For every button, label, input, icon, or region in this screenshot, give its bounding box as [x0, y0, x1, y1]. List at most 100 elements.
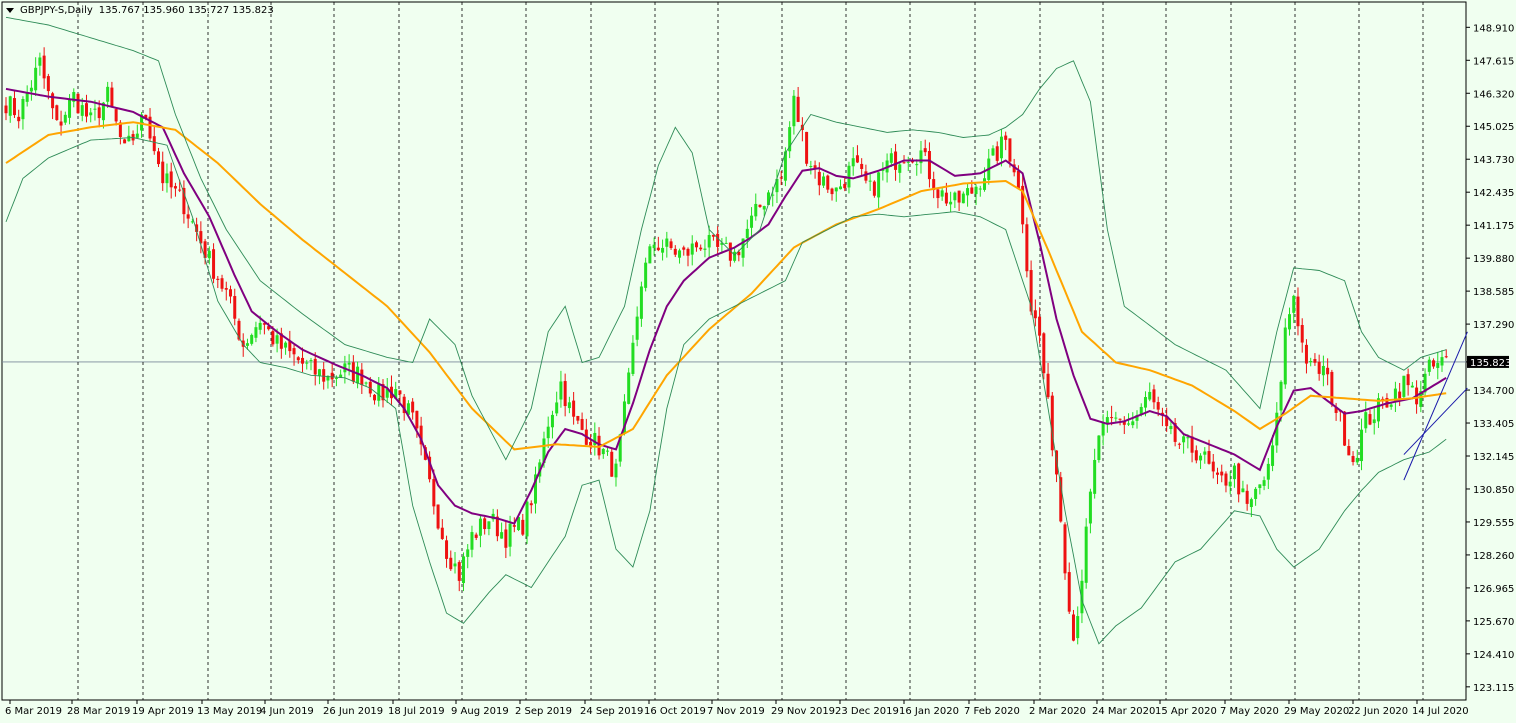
candle-bull	[466, 549, 470, 557]
candle-bear	[957, 190, 961, 203]
candle-bear	[51, 93, 55, 109]
candle-bear	[169, 171, 173, 188]
x-tick-label: 26 Jun 2019	[323, 706, 383, 717]
candle-bull	[1228, 481, 1232, 487]
trend-channel-line[interactable]	[1403, 331, 1468, 481]
x-tick-label: 14 Jul 2020	[1412, 706, 1469, 717]
candle-bull	[1258, 484, 1262, 489]
candle-bear	[1042, 333, 1046, 374]
candle-bear	[445, 540, 449, 559]
y-tick-label: 146.320	[1473, 89, 1514, 100]
candle-bear	[580, 418, 584, 430]
candle-bear	[123, 139, 127, 144]
candle-bull	[601, 448, 605, 455]
candle-bear	[1152, 389, 1156, 403]
candle-bear	[17, 116, 21, 122]
candle-bull	[1262, 480, 1266, 486]
candle-bear	[1207, 451, 1211, 464]
candle-bear	[1025, 224, 1029, 272]
candle-bull	[733, 251, 737, 261]
y-tick-label: 148.910	[1473, 23, 1514, 34]
candle-bear	[178, 189, 182, 191]
candle-bull	[966, 188, 970, 196]
candle-bull	[8, 96, 12, 116]
candle-bear	[995, 146, 999, 161]
candle-bull	[940, 190, 944, 197]
candle-bull	[1131, 421, 1135, 426]
candle-bull	[644, 262, 648, 288]
candle-bear	[860, 163, 864, 169]
candle-bear	[656, 247, 660, 251]
x-tick-label: 7 Feb 2020	[964, 706, 1020, 717]
candle-bear	[229, 289, 233, 297]
candle-bear	[529, 503, 533, 506]
candle-bear	[512, 525, 516, 527]
candle-bear	[216, 278, 220, 280]
candle-bull	[487, 521, 491, 529]
candle-bear	[1177, 443, 1181, 445]
candle-bear	[673, 248, 677, 255]
x-tick-label: 2 Sep 2019	[515, 706, 572, 717]
candle-bear	[114, 109, 118, 122]
y-tick-label: 141.175	[1473, 221, 1514, 232]
chart-window[interactable]: 148.910 147.615 146.320 145.025 143.730 142.4…	[0, 0, 1516, 723]
candle-bear	[1224, 473, 1228, 486]
candle-bull	[745, 228, 749, 239]
candle-bull	[1127, 423, 1131, 425]
x-tick-label: 22 Jun 2020	[1348, 706, 1408, 717]
candle-bull	[1440, 357, 1444, 366]
candle-bull	[1203, 451, 1207, 455]
x-tick-label: 16 Oct 2019	[644, 706, 706, 717]
candle-bull	[478, 518, 482, 536]
y-tick-label: 147.615	[1473, 56, 1514, 67]
dropdown-triangle-icon[interactable]	[6, 8, 14, 13]
candle-bear	[233, 296, 237, 319]
candle-bear	[1300, 324, 1304, 343]
candle-bull	[305, 362, 309, 364]
candle-bear	[826, 175, 830, 190]
y-tick-label: 145.025	[1473, 122, 1514, 133]
candle-bull	[652, 244, 656, 249]
candle-bear	[474, 534, 478, 538]
candle-bear	[843, 183, 847, 189]
candle-bull	[1266, 463, 1270, 480]
candlestick-chart[interactable]: 148.910 147.615 146.320 145.025 143.730 142.4…	[0, 0, 1516, 723]
candle-bull	[1093, 459, 1097, 494]
x-tick-label: 29 Nov 2019	[771, 706, 835, 717]
candle-bear	[1317, 361, 1321, 374]
candle-bull	[254, 327, 258, 338]
candle-bull	[724, 242, 728, 244]
candle-bull	[703, 248, 707, 250]
candle-bear	[1351, 456, 1355, 463]
candle-bear	[682, 247, 686, 250]
candle-bull	[678, 250, 682, 258]
candle-bear	[1215, 472, 1219, 475]
candle-bull	[1182, 436, 1186, 443]
candle-bear	[923, 148, 927, 153]
moving-average-fast-line	[5, 87, 1447, 525]
candle-bear	[1004, 135, 1008, 140]
y-tick-label: 133.405	[1473, 419, 1514, 430]
candle-bull	[317, 369, 321, 376]
y-tick-label: 123.115	[1473, 683, 1514, 694]
candle-bull	[1389, 404, 1393, 407]
y-tick-label: 137.290	[1473, 320, 1514, 331]
candle-bear	[110, 87, 114, 107]
candle-bear	[457, 562, 461, 581]
candle-bull	[838, 186, 842, 190]
candle-bear	[330, 372, 334, 380]
candle-bear	[699, 247, 703, 250]
candle-bear	[1432, 360, 1436, 367]
candle-bear	[1211, 461, 1215, 472]
candle-bull	[851, 158, 855, 167]
candle-bear	[271, 331, 275, 345]
candle-bear	[1444, 356, 1448, 358]
y-tick-label: 142.435	[1473, 188, 1514, 199]
candle-bull	[68, 99, 72, 118]
candle-bull	[93, 108, 97, 110]
candle-bull	[555, 402, 559, 414]
x-tick-label: 9 Aug 2019	[451, 706, 509, 717]
y-tick-label: 128.260	[1473, 551, 1514, 562]
candle-bear	[927, 151, 931, 180]
candle-bear	[1118, 418, 1122, 420]
